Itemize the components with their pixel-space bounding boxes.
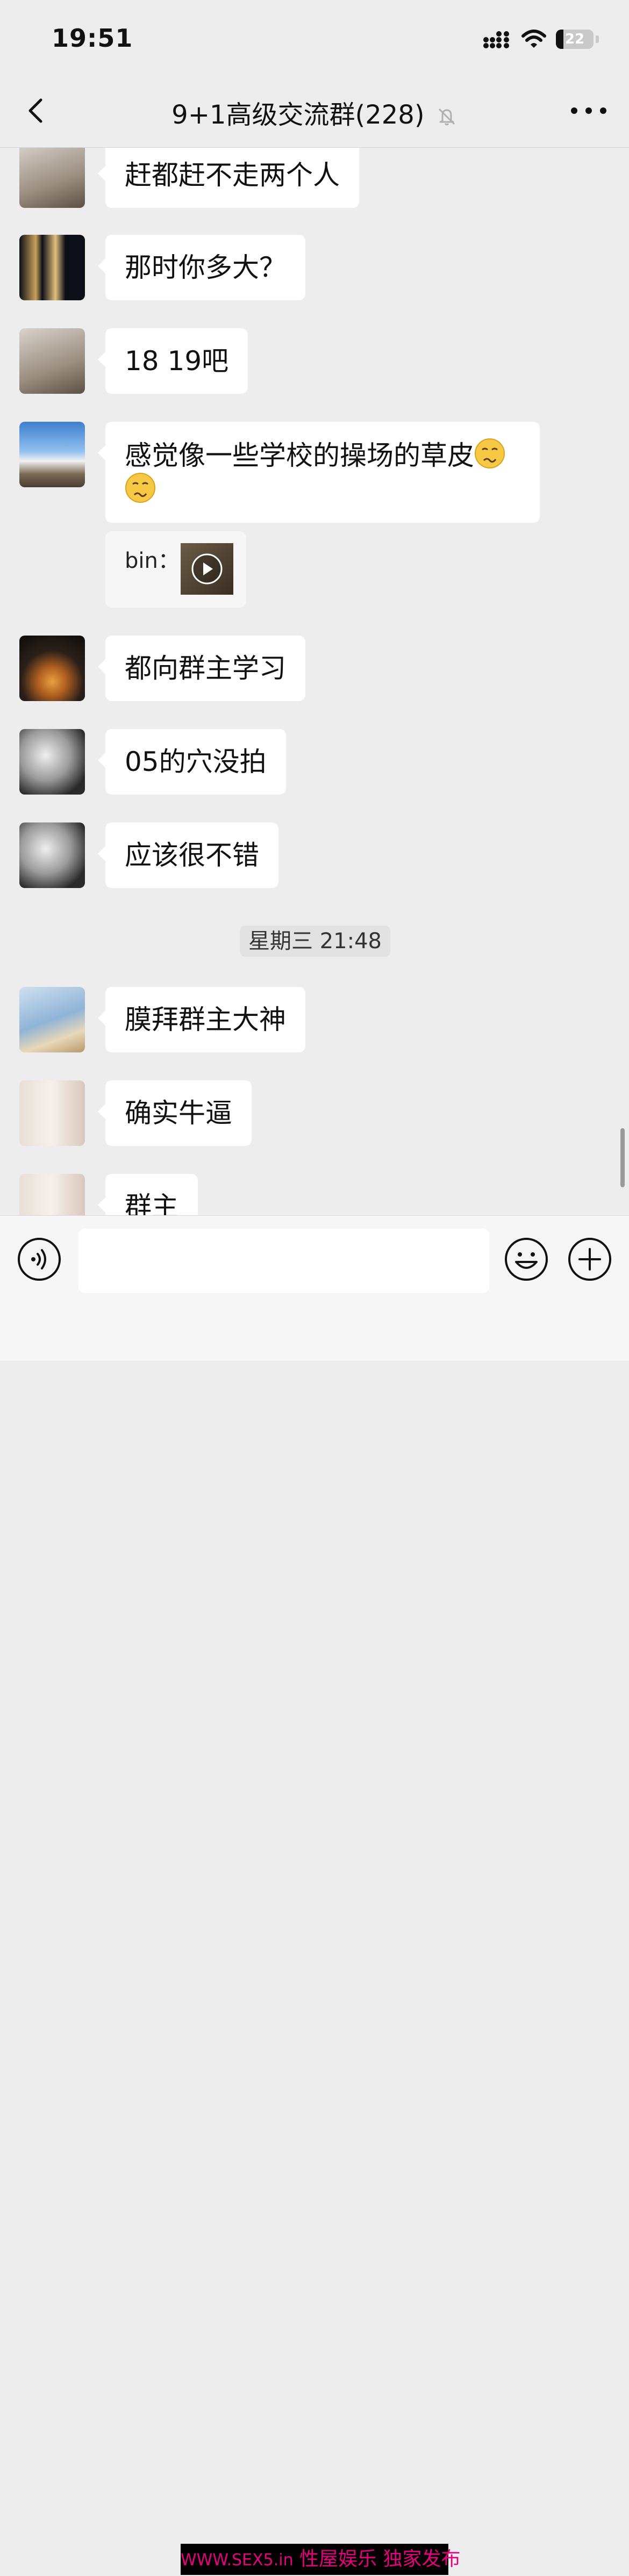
battery-tip xyxy=(596,35,599,43)
page-title: 9+1高级交流群(228) xyxy=(0,93,629,131)
battery-level: 22 xyxy=(564,31,585,47)
message-bubble[interactable]: 群主 xyxy=(98,1174,198,1215)
watermark-text: 性屋娱乐 独家发布 xyxy=(293,2548,461,2570)
watermark-domain: WWW.SEX5.in xyxy=(181,2551,294,2570)
message-bubble[interactable]: 赶都赶不走两个人 xyxy=(98,148,359,208)
muted-bell-icon xyxy=(438,108,455,126)
time-separator: 星期三 21:48 xyxy=(240,926,390,957)
message-bubble[interactable]: 18 19吧 xyxy=(97,328,248,394)
status-time: 19:51 xyxy=(52,24,133,53)
avatar[interactable] xyxy=(19,328,85,394)
battery-indicator: 22 xyxy=(556,30,594,49)
emoji-icon[interactable] xyxy=(504,1237,548,1281)
voice-input-icon[interactable] xyxy=(17,1237,61,1281)
message-bubble[interactable]: 膜拜群主大神 xyxy=(98,987,305,1052)
message-bubble[interactable]: 确实牛逼 xyxy=(98,1080,252,1146)
plus-icon[interactable] xyxy=(568,1237,612,1281)
chat-header: 9+1高级交流群(228) xyxy=(0,75,629,148)
message-list[interactable]: 赶都赶不走两个人 那时你多大？ 18 19吧 感觉像一些学校的操场的草皮 bin… xyxy=(0,148,629,1215)
cellular-signal-icon xyxy=(483,31,509,48)
message-bubble[interactable]: 应该很不错 xyxy=(98,822,278,888)
avatar[interactable] xyxy=(19,422,85,487)
status-icons: 22 xyxy=(483,27,599,52)
quoted-video-card[interactable]: bin： xyxy=(105,531,246,608)
video-thumbnail[interactable] xyxy=(181,543,233,595)
status-bar: 19:51 22 xyxy=(0,0,629,75)
avatar[interactable] xyxy=(19,636,85,701)
message-bubble[interactable]: 感觉像一些学校的操场的草皮 xyxy=(98,422,540,523)
wifi-icon xyxy=(521,30,546,48)
avatar[interactable] xyxy=(19,987,85,1052)
group-name: 9+1高级交流群(228) xyxy=(171,100,425,130)
message-text: 感觉像一些学校的操场的草皮 xyxy=(125,440,474,471)
message-bubble[interactable]: 那时你多大？ xyxy=(98,235,305,300)
message-bubble[interactable]: 都向群主学习 xyxy=(98,636,305,701)
woozy-face-emoji-icon xyxy=(475,438,505,468)
quote-sender: bin： xyxy=(125,549,180,573)
input-bar: WWW.SEX5.in 性屋娱乐 独家发布 xyxy=(0,1215,629,2575)
watermark: WWW.SEX5.in 性屋娱乐 独家发布 xyxy=(181,2544,461,2575)
message-bubble[interactable]: 05的穴没拍 xyxy=(98,729,286,795)
message-input[interactable] xyxy=(78,1229,489,1293)
avatar[interactable] xyxy=(19,1080,85,1146)
avatar[interactable] xyxy=(19,235,85,300)
woozy-face-emoji-icon xyxy=(125,473,155,503)
more-options-icon[interactable] xyxy=(570,102,607,119)
avatar[interactable] xyxy=(19,148,85,208)
scrollbar[interactable] xyxy=(620,1128,625,1187)
play-icon xyxy=(191,553,223,585)
avatar[interactable] xyxy=(19,822,85,888)
avatar[interactable] xyxy=(19,1174,85,1215)
avatar[interactable] xyxy=(19,729,85,795)
